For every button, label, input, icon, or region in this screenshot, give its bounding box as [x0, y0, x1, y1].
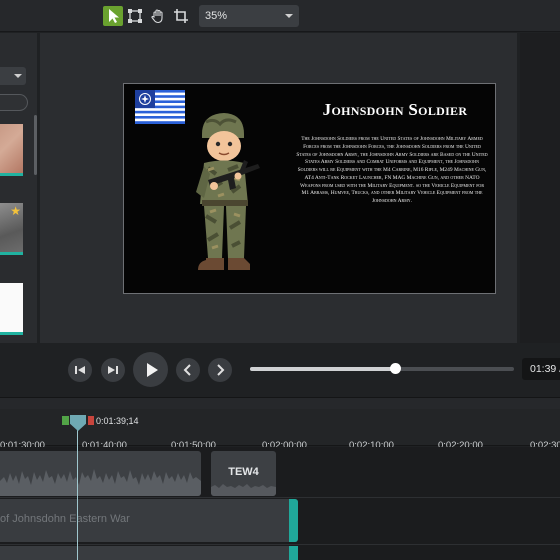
audio-clip[interactable]	[0, 451, 201, 496]
preview-slide[interactable]: Johnsdohn Soldier The Johnsdohn Soldiers…	[123, 83, 496, 294]
step-forward-icon	[108, 366, 118, 374]
zoom-value: 35%	[205, 10, 228, 22]
playhead-time: 0:01:39;14	[96, 416, 139, 426]
properties-panel-edge	[520, 33, 560, 343]
chevron-right-icon	[217, 364, 225, 376]
media-thumbnail[interactable]: ★	[0, 203, 23, 255]
zoom-dropdown[interactable]: 35%	[199, 5, 299, 27]
scrubber-progress	[250, 367, 396, 371]
slide-title: Johnsdohn Soldier	[322, 100, 468, 119]
waveform	[0, 469, 201, 496]
video-clip[interactable]: of Johnsdohn Eastern War	[0, 499, 298, 542]
media-clip[interactable]	[0, 546, 298, 560]
chevron-left-icon	[183, 364, 191, 376]
soldier-character-image	[196, 113, 260, 270]
star-icon: ★	[10, 204, 21, 218]
playhead-line	[77, 430, 78, 560]
next-frame-button[interactable]	[101, 358, 125, 382]
clip-trim-handle[interactable]	[289, 499, 298, 542]
select-arrow-icon[interactable]	[103, 6, 123, 26]
chevron-down-icon	[14, 74, 22, 78]
next-marker-button[interactable]	[208, 358, 232, 382]
timeline-toolbar	[0, 397, 560, 409]
track-separator	[0, 544, 560, 545]
track-separator	[0, 497, 560, 498]
media-filter-dropdown[interactable]	[0, 67, 26, 85]
transform-icon[interactable]	[125, 6, 145, 26]
flag-image	[135, 90, 185, 124]
clip-label: of Johnsdohn Eastern War	[0, 513, 130, 525]
clip-label: TEW4	[228, 466, 259, 478]
slide-body-text: The Johnsdohn Soldiers from the United S…	[296, 136, 488, 204]
media-thumbnail[interactable]	[0, 124, 23, 176]
play-button[interactable]	[133, 352, 168, 387]
audio-clip-tew4[interactable]: TEW4	[211, 451, 276, 496]
chevron-down-icon	[285, 14, 293, 18]
crop-icon[interactable]	[171, 6, 191, 26]
time-display: 01:39 /	[522, 358, 560, 380]
in-point-marker[interactable]	[62, 416, 69, 425]
media-scrollbar[interactable]	[34, 115, 37, 175]
play-icon	[146, 362, 158, 377]
scrubber-knob[interactable]	[389, 363, 401, 374]
clip-trim-handle[interactable]	[289, 546, 298, 560]
hand-icon[interactable]	[148, 6, 168, 26]
step-back-icon	[75, 366, 85, 374]
previous-frame-button[interactable]	[68, 358, 92, 382]
previous-marker-button[interactable]	[176, 358, 200, 382]
out-point-marker[interactable]	[88, 416, 94, 425]
media-search-input[interactable]	[0, 94, 28, 111]
media-thumbnail[interactable]	[0, 283, 23, 335]
